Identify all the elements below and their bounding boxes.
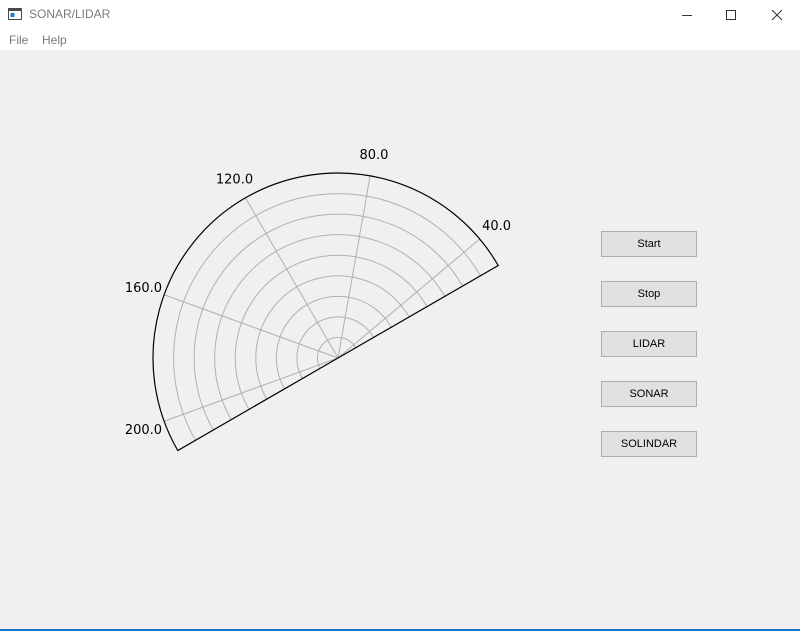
angular-gridline [163,357,339,422]
angle-tick-label: 120.0 [216,173,253,188]
radial-gridline [193,214,464,431]
angular-gridline [337,175,371,359]
start-button[interactable]: Start [601,231,697,257]
polar-plot: 40.0 80.0 120.0 160.0 200.0 [125,148,511,452]
polar-grid [163,175,481,441]
radial-gridline [275,295,392,390]
angle-tick-label: 80.0 [359,148,388,163]
angle-tick-label: 40.0 [482,219,511,234]
angle-tick-label: 200.0 [125,423,162,438]
radial-gridline [214,234,446,420]
sonar-button[interactable]: SONAR [601,381,697,407]
angle-tick-label: 160.0 [125,281,162,296]
solindar-button[interactable]: SOLINDAR [601,431,697,457]
radial-gridline [173,193,481,441]
lidar-button[interactable]: LIDAR [601,331,697,357]
radial-gridline [234,254,428,410]
angle-tick-labels: 40.0 80.0 120.0 160.0 200.0 [125,148,511,438]
radial-gridline [255,275,410,400]
stop-button[interactable]: Stop [601,281,697,307]
